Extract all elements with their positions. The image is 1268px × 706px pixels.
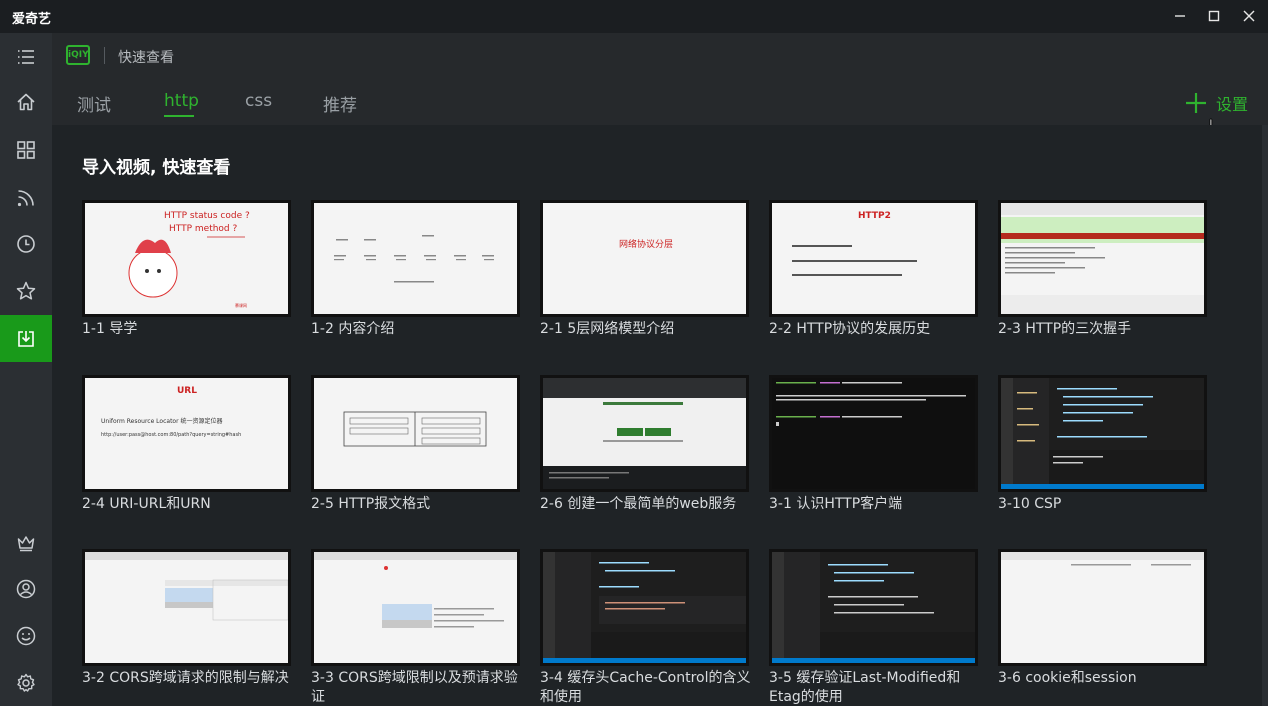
video-title: 2-5 HTTP报文格式 bbox=[311, 496, 431, 512]
video-title: 2-4 URI-URL和URN bbox=[82, 496, 211, 512]
video-thumbnail[interactable]: 慕课网 HTTP status code ? HTTP method ? bbox=[82, 200, 291, 317]
header: iQIY 快速查看 测试 http css 推荐 设置 bbox=[52, 33, 1268, 125]
video-title: 3-3 CORS跨域限制以及预请求验证 bbox=[311, 670, 518, 705]
content-area: 导入视频, 快速查看 慕课网 HTTP status code ? HTTP m… bbox=[52, 125, 1268, 706]
rss-icon[interactable] bbox=[0, 174, 52, 221]
video-thumbnail[interactable] bbox=[998, 200, 1207, 317]
minimize-icon[interactable] bbox=[1166, 4, 1194, 30]
video-thumbnail[interactable] bbox=[311, 200, 520, 317]
thumbnail-image bbox=[334, 235, 494, 283]
thumbnail-image bbox=[1001, 378, 1204, 489]
video-thumbnail[interactable] bbox=[311, 549, 520, 666]
smile-icon[interactable] bbox=[0, 612, 52, 659]
maximize-icon[interactable] bbox=[1200, 4, 1228, 30]
svg-text:慕课网: 慕课网 bbox=[235, 302, 247, 308]
video-thumbnail[interactable]: URL Uniform Resource Locator 统一资源定位器 htt… bbox=[82, 375, 291, 492]
thumbnail-image bbox=[85, 552, 288, 621]
gear-icon[interactable] bbox=[0, 659, 52, 706]
thumbnail-text: URL bbox=[177, 386, 197, 396]
video-thumbnail[interactable] bbox=[769, 549, 978, 666]
app-title: 爱奇艺 bbox=[12, 12, 52, 27]
close-icon[interactable] bbox=[1235, 4, 1263, 30]
tab-recommend[interactable]: 推荐 bbox=[323, 91, 357, 116]
content-scrollbar[interactable] bbox=[1262, 125, 1268, 706]
thumbnail-image bbox=[772, 552, 975, 663]
thumbnail-text: http://user:pass@host.com:80/path?query=… bbox=[101, 432, 242, 438]
video-title: 3-5 缓存验证Last-Modified和Etag的使用 bbox=[769, 670, 961, 705]
thumbnail-image bbox=[343, 411, 487, 447]
settings-button[interactable]: 设置 bbox=[1184, 91, 1248, 115]
video-thumbnail[interactable] bbox=[82, 549, 291, 666]
video-title: 3-4 缓存头Cache-Control的含义和使用 bbox=[540, 670, 751, 705]
thumbnail-text: HTTP status code ? bbox=[164, 211, 250, 221]
title-bar: 爱奇艺 bbox=[0, 0, 1268, 33]
download-icon[interactable] bbox=[0, 315, 52, 362]
home-icon[interactable] bbox=[0, 78, 52, 125]
video-thumbnail[interactable] bbox=[998, 375, 1207, 492]
iqiyi-logo: iQIY bbox=[66, 45, 90, 65]
thumbnail-text: 网络协议分层 bbox=[619, 240, 674, 250]
crown-icon[interactable] bbox=[0, 519, 52, 566]
thumbnail-text: HTTP2 bbox=[858, 211, 891, 221]
thumbnail-image bbox=[776, 382, 966, 426]
user-icon[interactable] bbox=[0, 565, 52, 612]
video-title: 3-2 CORS跨域请求的限制与解决 bbox=[82, 670, 289, 686]
app-window: 爱奇艺 iQIY 快速查看 测试 http css 推荐 设置 导入视频, 快速… bbox=[0, 0, 1268, 706]
video-title: 2-1 5层网络模型介绍 bbox=[540, 321, 675, 337]
clock-icon[interactable] bbox=[0, 220, 52, 267]
tab-active-indicator bbox=[164, 115, 194, 117]
thumbnail-text: Uniform Resource Locator 统一资源定位器 bbox=[101, 418, 223, 425]
video-title: 2-3 HTTP的三次握手 bbox=[998, 321, 1132, 337]
tab-css[interactable]: css bbox=[245, 91, 272, 111]
menu-icon[interactable] bbox=[0, 33, 52, 80]
video-title: 1-1 导学 bbox=[82, 321, 138, 337]
video-thumbnail[interactable]: 网络协议分层 bbox=[540, 200, 749, 317]
plus-icon bbox=[1186, 93, 1206, 113]
divider bbox=[104, 47, 105, 64]
sidebar bbox=[0, 33, 52, 706]
thumbnail-image bbox=[1001, 552, 1204, 566]
video-thumbnail[interactable] bbox=[998, 549, 1207, 666]
thumbnail-text: HTTP method ? bbox=[169, 224, 238, 234]
tab-http[interactable]: http bbox=[164, 91, 199, 111]
video-title: 3-10 CSP bbox=[998, 496, 1062, 512]
thumbnail-image bbox=[1001, 203, 1204, 314]
settings-label: 设置 bbox=[1216, 95, 1249, 114]
tab-test[interactable]: 测试 bbox=[77, 91, 111, 116]
star-icon[interactable] bbox=[0, 267, 52, 314]
thumbnail-image bbox=[543, 552, 746, 663]
video-title: 2-6 创建一个最简单的web服务 bbox=[540, 496, 737, 512]
video-thumbnail[interactable] bbox=[769, 375, 978, 492]
thumbnail-image bbox=[543, 378, 746, 479]
video-title: 1-2 内容介绍 bbox=[311, 321, 395, 337]
section-title: 导入视频, 快速查看 bbox=[82, 158, 231, 178]
video-title: 2-2 HTTP协议的发展历史 bbox=[769, 321, 931, 337]
video-thumbnail[interactable] bbox=[540, 375, 749, 492]
video-title: 3-1 认识HTTP客户端 bbox=[769, 496, 903, 512]
video-thumbnail[interactable] bbox=[540, 549, 749, 666]
header-title: 快速查看 bbox=[118, 50, 174, 66]
video-thumbnail[interactable]: HTTP2 bbox=[769, 200, 978, 317]
video-title: 3-6 cookie和session bbox=[998, 670, 1137, 686]
thumbnail-image bbox=[314, 552, 517, 628]
grid-icon[interactable] bbox=[0, 126, 52, 173]
video-thumbnail[interactable] bbox=[311, 375, 520, 492]
